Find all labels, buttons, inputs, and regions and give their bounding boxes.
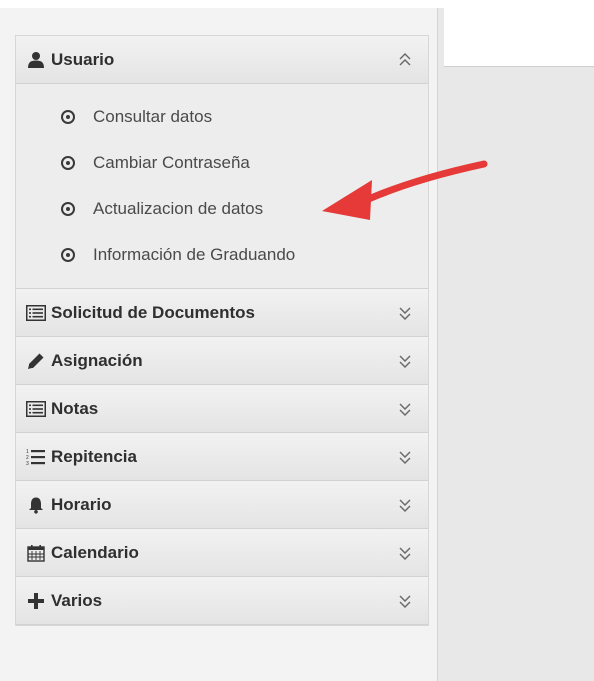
radio-dot-icon bbox=[61, 248, 75, 262]
annotation-arrow bbox=[322, 160, 488, 220]
section-title: Asignación bbox=[51, 350, 143, 370]
radio-dot-icon bbox=[61, 110, 75, 124]
submenu-item-label: Información de Graduando bbox=[93, 245, 296, 264]
chevron-double-down-icon bbox=[398, 447, 412, 467]
section-usuario-title: Usuario bbox=[51, 49, 115, 69]
submenu-item-label: Cambiar Contraseña bbox=[93, 153, 250, 172]
top-strip bbox=[0, 0, 594, 8]
ordered-list-icon: 1 2 3 bbox=[25, 446, 47, 468]
section-calendario-header[interactable]: Calendario bbox=[16, 529, 428, 577]
content-header-panel bbox=[444, 8, 594, 67]
user-icon bbox=[25, 49, 47, 71]
section-title: Repitencia bbox=[51, 446, 137, 466]
section-title: Horario bbox=[51, 494, 112, 514]
section-notas-header[interactable]: Notas bbox=[16, 385, 428, 433]
section-title: Notas bbox=[51, 398, 99, 418]
chevron-double-up-icon bbox=[398, 50, 412, 70]
svg-text:3: 3 bbox=[26, 461, 29, 466]
bell-icon bbox=[25, 494, 47, 516]
submenu-item-label: Consultar datos bbox=[93, 107, 213, 126]
plus-icon bbox=[25, 590, 47, 612]
section-title: Solicitud de Documentos bbox=[51, 302, 256, 322]
section-title: Calendario bbox=[51, 542, 139, 562]
chevron-double-down-icon bbox=[398, 543, 412, 563]
chevron-double-down-icon bbox=[398, 399, 412, 419]
section-horario-header[interactable]: Horario bbox=[16, 481, 428, 529]
accordion-menu: Usuario Consultar datos Cambiar Contrase… bbox=[15, 35, 429, 626]
calendar-icon bbox=[25, 542, 47, 564]
chevron-double-down-icon bbox=[398, 351, 412, 371]
submenu-item-consultar-datos[interactable]: Consultar datos bbox=[16, 94, 428, 140]
section-title: Varios bbox=[51, 590, 103, 610]
radio-dot-icon bbox=[61, 202, 75, 216]
chevron-double-down-icon bbox=[398, 303, 412, 323]
submenu-item-label: Actualizacion de datos bbox=[93, 199, 264, 218]
section-repitencia-header[interactable]: 1 2 3 Repitencia bbox=[16, 433, 428, 481]
section-varios-header[interactable]: Varios bbox=[16, 577, 428, 625]
radio-dot-icon bbox=[61, 156, 75, 170]
pencil-icon bbox=[25, 350, 47, 372]
submenu-item-informacion-de-graduando[interactable]: Información de Graduando bbox=[16, 232, 428, 278]
section-solicitud-de-documentos-header[interactable]: Solicitud de Documentos bbox=[16, 289, 428, 337]
section-asignacion-header[interactable]: Asignación bbox=[16, 337, 428, 385]
list-icon bbox=[25, 302, 47, 324]
section-usuario-header[interactable]: Usuario bbox=[16, 36, 428, 84]
list-icon bbox=[25, 398, 47, 420]
chevron-double-down-icon bbox=[398, 495, 412, 515]
chevron-double-down-icon bbox=[398, 591, 412, 611]
